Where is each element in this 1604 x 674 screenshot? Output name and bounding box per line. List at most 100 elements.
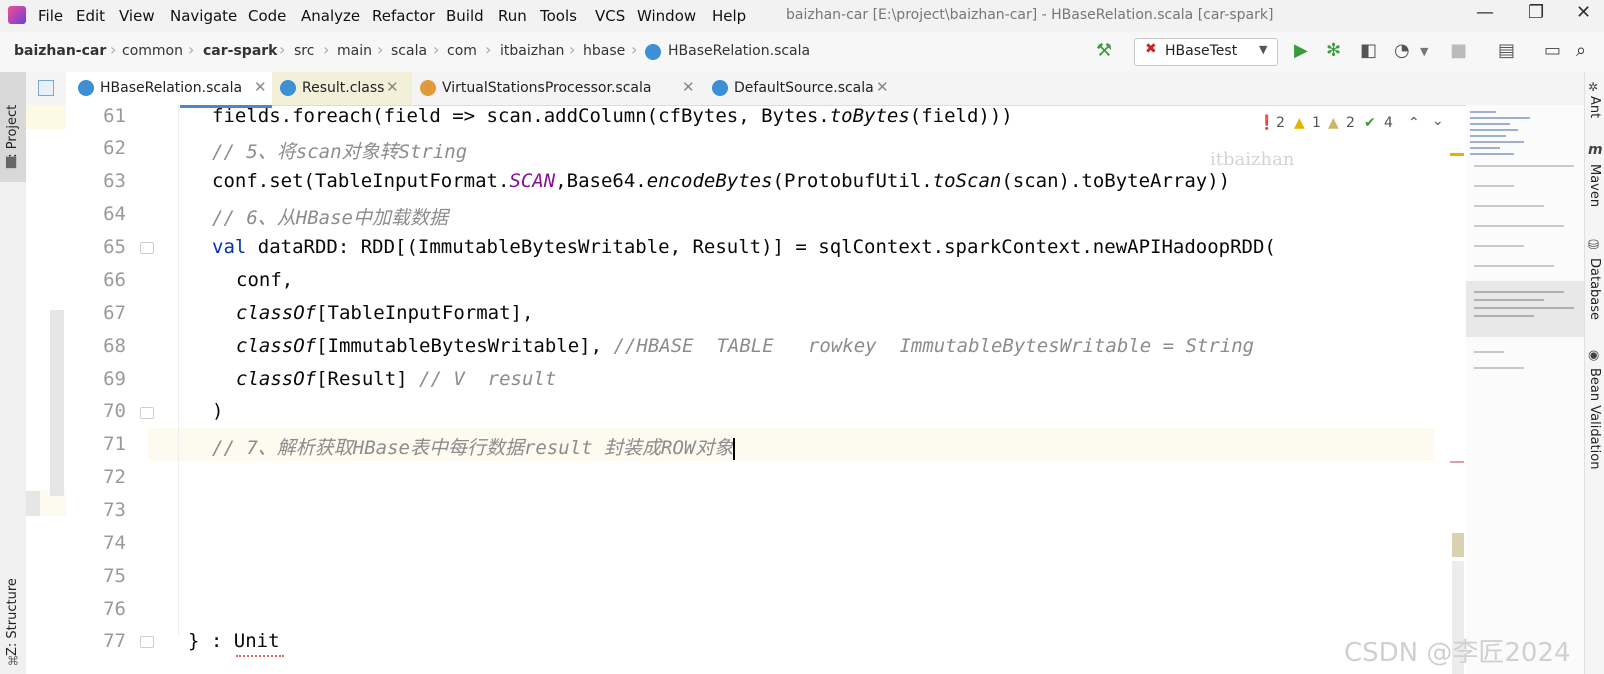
menu-view[interactable]: View [119,7,155,25]
navigation-bar: baizhan-car › common › car-spark › src ›… [0,32,1604,73]
minimap-viewport[interactable] [1466,281,1584,337]
error-stripe-minimap[interactable] [1450,105,1584,674]
line-number: 75 [103,565,126,587]
run-icon[interactable]: ▶ [1294,40,1308,61]
build-hammer-icon[interactable]: ⚒ [1096,40,1112,61]
tab-result-class[interactable]: Result.class ✕ [272,72,412,105]
ant-icon: ✲ [1588,80,1599,94]
code-line-70: ) [212,400,224,422]
breadcrumb-file[interactable]: HBaseRelation.scala [668,43,810,59]
folder-icon: ▆ [6,154,16,169]
breadcrumb-main[interactable]: main [337,43,372,59]
terminal-icon[interactable]: ▭ [1544,40,1561,61]
tab-label: Result.class [302,80,385,96]
weak-warning-icon: ▲ [1328,115,1339,131]
menu-window[interactable]: Window [637,7,696,25]
gutter-highlight [26,105,66,129]
bean-validation-tool-tab[interactable]: Bean Validation [1587,368,1602,469]
tab-label: VirtualStationsProcessor.scala [442,80,652,96]
line-number: 71 [103,433,126,455]
error-stripe[interactable] [1450,461,1464,463]
database-tool-tab[interactable]: Database [1587,258,1602,320]
run-configuration-select[interactable]: ✖ HBaseTest ▼ [1134,38,1278,66]
chevron-up-icon[interactable]: ⌃ [1408,115,1420,131]
chevron-down-icon[interactable]: ⌄ [1432,113,1444,129]
close-tab-icon[interactable]: ✕ [682,78,695,96]
menu-refactor[interactable]: Refactor [372,7,435,25]
close-tab-icon[interactable]: ✕ [876,78,889,96]
close-icon[interactable]: ✕ [1576,2,1591,23]
menu-code[interactable]: Code [248,7,286,25]
coverage-icon[interactable]: ◧ [1360,40,1377,61]
ant-tool-tab[interactable]: Ant [1587,96,1602,118]
chevron-right-icon: › [569,40,576,59]
menu-tools[interactable]: Tools [540,7,577,25]
typo-check-icon: ✔ [1364,115,1376,131]
maven-tool-tab[interactable]: Maven [1587,164,1602,207]
warning-stripe[interactable] [1450,153,1464,156]
menu-analyze[interactable]: Analyze [301,7,360,25]
fold-marker-icon[interactable] [140,242,154,254]
code-line-69: classOf[Result] // V result [236,368,557,390]
typo-underline [236,653,284,657]
minimize-icon[interactable]: — [1476,2,1494,23]
menu-navigate[interactable]: Navigate [170,7,237,25]
tab-virtualstationsprocessor[interactable]: VirtualStationsProcessor.scala ✕ [412,72,700,105]
scala-file-icon [712,80,728,96]
menu-vcs[interactable]: VCS [595,7,625,25]
warning-icon: ▲ [1294,115,1305,131]
line-gutter: 61 62 63 64 65 66 67 68 69 70 71 72 73 7… [26,105,180,674]
close-tab-icon[interactable]: ✕ [254,78,267,96]
breadcrumb-itbaizhan[interactable]: itbaizhan [500,43,564,59]
breadcrumb-project[interactable]: baizhan-car [14,43,106,59]
scroll-marker[interactable] [1452,533,1464,557]
tab-label: HBaseRelation.scala [100,80,243,96]
tab-defaultsource[interactable]: DefaultSource.scala ✕ [700,72,910,105]
code-editor[interactable]: fields.foreach(field => scan.addColumn(c… [148,105,1466,674]
line-number: 73 [103,499,126,521]
search-icon[interactable]: ⌕ [1576,40,1586,61]
breadcrumb-common[interactable]: common [122,43,183,59]
stop-icon[interactable]: ■ [1450,40,1467,61]
code-line-63: conf.set(TableInputFormat.SCAN,Base64.en… [212,170,1231,192]
chevron-right-icon: › [279,40,286,59]
chevron-right-icon: › [188,40,195,59]
line-number: 77 [103,630,126,652]
gutter-scope-marker [50,310,64,496]
breadcrumb-hbase[interactable]: hbase [583,43,625,59]
menu-help[interactable]: Help [712,7,746,25]
file-tab-icon[interactable] [38,80,54,96]
breadcrumb-scala[interactable]: scala [391,43,427,59]
database-icon: ⛁ [1588,238,1599,253]
line-number: 68 [103,335,126,357]
menu-file[interactable]: File [38,7,63,25]
gutter-scope-marker [26,491,40,516]
fold-marker-icon[interactable] [140,636,154,648]
chevron-right-icon: › [631,40,638,59]
tab-hbaserelation[interactable]: HBaseRelation.scala ✕ [66,72,272,108]
code-line-67: classOf[TableInputFormat], [236,302,534,324]
menu-edit[interactable]: Edit [76,7,105,25]
editor-tab-bar: HBaseRelation.scala ✕ Result.class ✕ Vir… [26,72,1584,108]
close-tab-icon[interactable]: ✕ [386,78,399,96]
structure-tool-tab[interactable]: Z: Structure [5,546,20,656]
breadcrumb-module[interactable]: car-spark [203,43,277,59]
code-line-66: conf, [236,269,294,291]
line-number: 67 [103,302,126,324]
debug-icon[interactable]: ✻ [1326,40,1341,61]
menu-build[interactable]: Build [446,7,484,25]
more-run-chevron-icon[interactable]: ▼ [1420,45,1428,58]
maximize-icon[interactable]: ❐ [1528,2,1544,23]
fold-marker-icon[interactable] [140,407,154,419]
line-number: 69 [103,368,126,390]
line-number: 65 [103,236,126,258]
profile-icon[interactable]: ◔ [1394,40,1410,61]
typo-count: 4 [1384,115,1393,131]
maven-icon: m [1588,142,1603,158]
inspection-widget[interactable]: ❗ 2 ▲ 1 ▲ 2 ✔ 4 ⌃ ⌄ [1258,113,1458,135]
breadcrumb-src[interactable]: src [294,43,314,59]
breadcrumb-com[interactable]: com [447,43,477,59]
menu-run[interactable]: Run [498,7,527,25]
project-structure-icon[interactable]: ▤ [1498,40,1515,61]
chevron-right-icon: › [433,40,440,59]
